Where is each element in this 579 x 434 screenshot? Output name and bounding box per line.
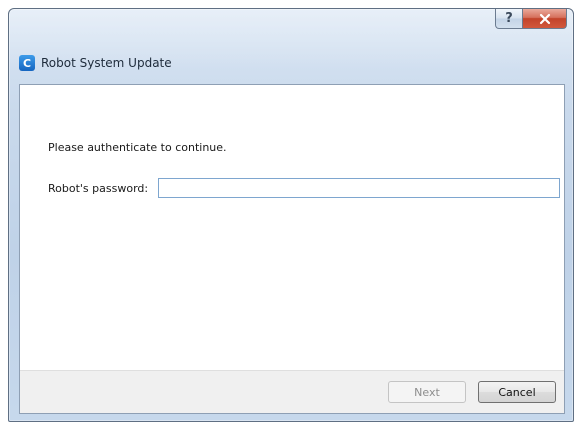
instruction-text: Please authenticate to continue. bbox=[48, 141, 227, 154]
password-input[interactable] bbox=[158, 178, 560, 198]
help-icon: ? bbox=[505, 11, 513, 26]
app-icon: C bbox=[19, 55, 35, 71]
close-button[interactable] bbox=[523, 9, 567, 29]
button-bar: Next Cancel bbox=[20, 370, 564, 413]
caption-buttons: ? bbox=[495, 9, 567, 29]
window-title: Robot System Update bbox=[41, 56, 172, 70]
password-label: Robot's password: bbox=[48, 181, 149, 195]
password-row: Robot's password: bbox=[48, 177, 560, 199]
title-bar: C Robot System Update bbox=[19, 53, 172, 73]
help-button[interactable]: ? bbox=[495, 9, 523, 29]
cancel-button[interactable]: Cancel bbox=[478, 381, 556, 403]
dialog-content: Please authenticate to continue. Robot's… bbox=[19, 84, 565, 414]
next-button[interactable]: Next bbox=[388, 381, 466, 403]
dialog-window: ? C Robot System Update Please authentic… bbox=[8, 8, 574, 422]
close-icon bbox=[539, 13, 550, 24]
